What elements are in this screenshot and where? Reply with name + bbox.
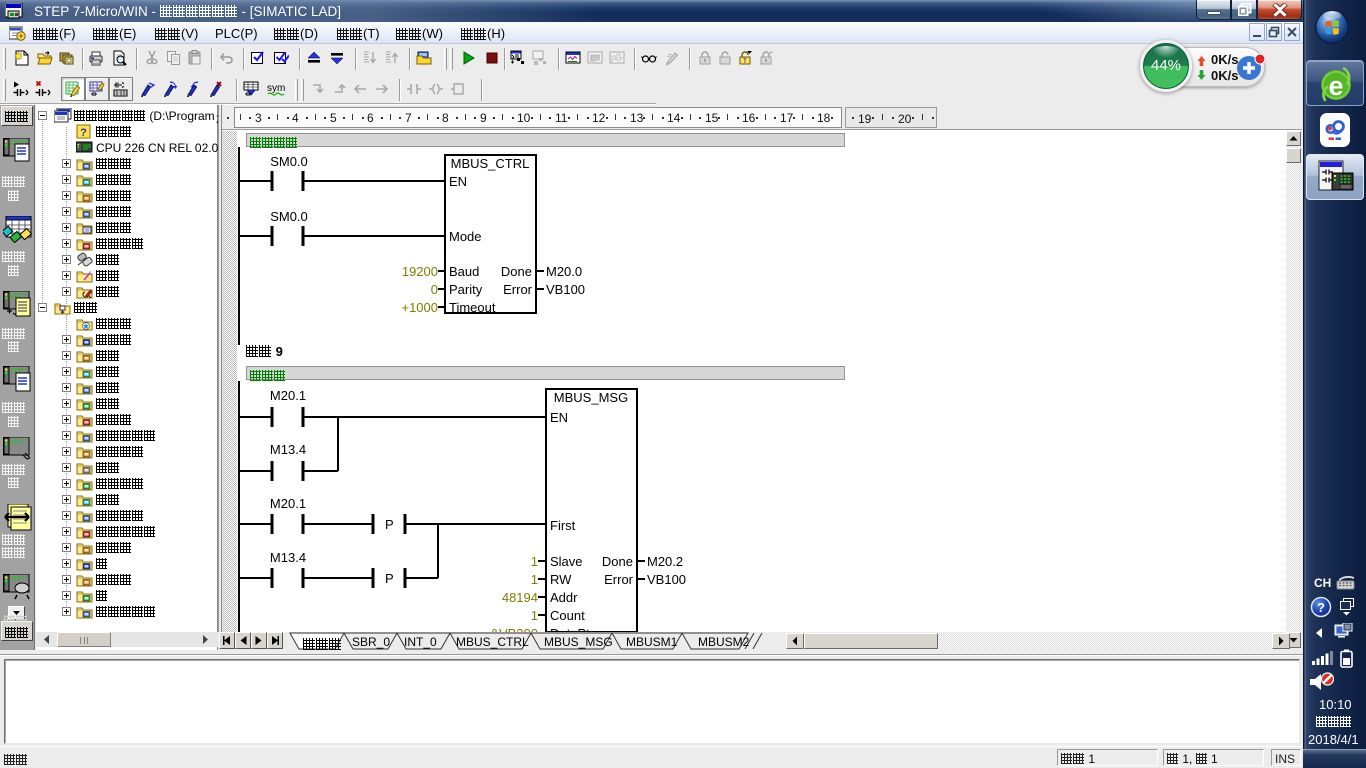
svg-text:SM0.0: SM0.0 xyxy=(270,154,308,169)
svg-text:Addr: Addr xyxy=(550,590,578,605)
svg-text:Done: Done xyxy=(602,554,633,569)
svg-text:1: 1 xyxy=(531,608,538,623)
svg-text:M13.4: M13.4 xyxy=(270,442,306,457)
svg-text:First: First xyxy=(550,518,576,533)
svg-text:Error: Error xyxy=(503,282,533,297)
svg-text:Parity: Parity xyxy=(449,282,483,297)
svg-text:M13.4: M13.4 xyxy=(270,550,306,565)
svg-text:P: P xyxy=(385,517,394,532)
svg-text:Mode: Mode xyxy=(449,229,482,244)
svg-text:?: ? xyxy=(1317,600,1325,615)
svg-text:+1000: +1000 xyxy=(401,300,438,315)
svg-text:M20.2: M20.2 xyxy=(647,554,683,569)
svg-text:e: e xyxy=(1328,71,1343,101)
svg-text:RW: RW xyxy=(550,572,572,587)
svg-text:0: 0 xyxy=(431,282,438,297)
svg-text:Slave: Slave xyxy=(550,554,583,569)
svg-text:?: ? xyxy=(80,127,87,139)
svg-text:1: 1 xyxy=(531,554,538,569)
svg-text:Count: Count xyxy=(550,608,585,623)
svg-text:Error: Error xyxy=(604,572,634,587)
svg-text:P: P xyxy=(385,571,394,586)
svg-text:Baud: Baud xyxy=(449,264,479,279)
svg-text:MBUS_CTRL: MBUS_CTRL xyxy=(451,156,530,171)
svg-text:48194: 48194 xyxy=(502,590,538,605)
svg-text:1: 1 xyxy=(531,572,538,587)
svg-text:VB100: VB100 xyxy=(546,282,585,297)
svg-text:M20.0: M20.0 xyxy=(546,264,582,279)
svg-text:SM0.0: SM0.0 xyxy=(270,209,308,224)
svg-text:Done: Done xyxy=(501,264,532,279)
svg-text:MBUS_MSG: MBUS_MSG xyxy=(554,390,628,405)
svg-text:VB100: VB100 xyxy=(647,572,686,587)
svg-text:sym: sym xyxy=(267,83,285,94)
svg-text:M20.1: M20.1 xyxy=(270,496,306,511)
svg-text:T: T xyxy=(743,59,747,65)
svg-text:M20.1: M20.1 xyxy=(270,388,306,403)
svg-text:EN: EN xyxy=(550,410,568,425)
svg-text:Timeout: Timeout xyxy=(449,300,496,315)
svg-text:19200: 19200 xyxy=(402,264,438,279)
svg-text:EN: EN xyxy=(449,174,467,189)
